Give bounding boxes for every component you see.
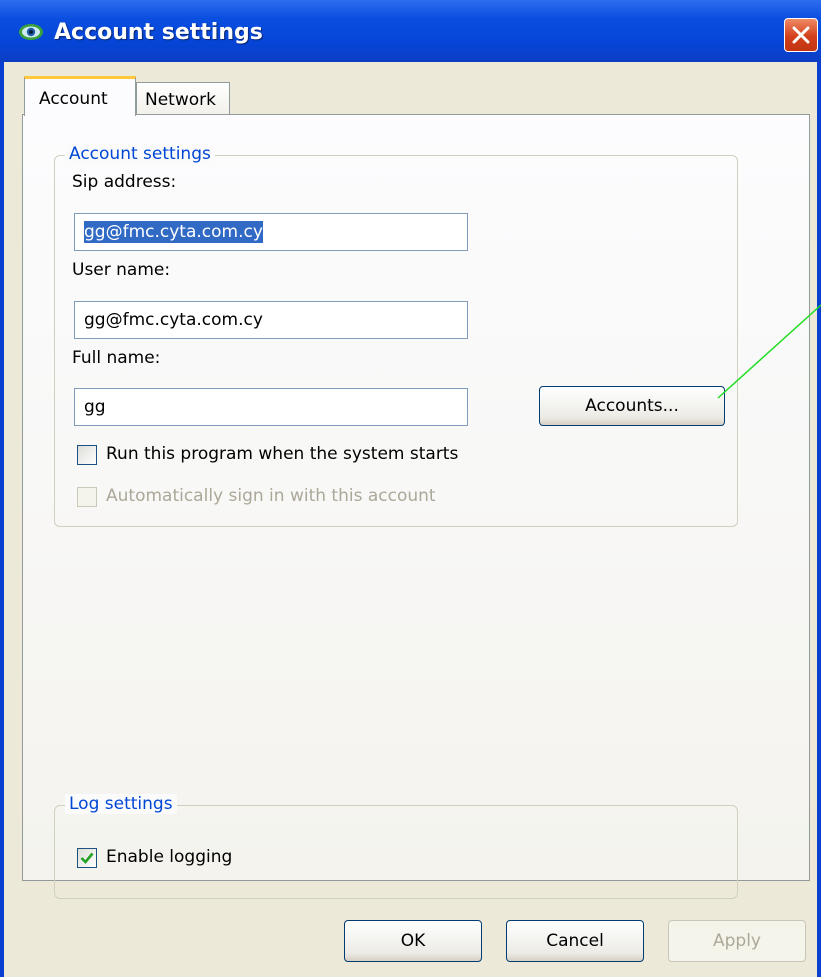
annotation-pointer-line bbox=[717, 304, 821, 399]
tab-account-label: Account bbox=[39, 89, 108, 109]
tab-account[interactable]: Account bbox=[24, 76, 136, 116]
account-settings-window: Account settings Account Network Account… bbox=[0, 0, 821, 977]
